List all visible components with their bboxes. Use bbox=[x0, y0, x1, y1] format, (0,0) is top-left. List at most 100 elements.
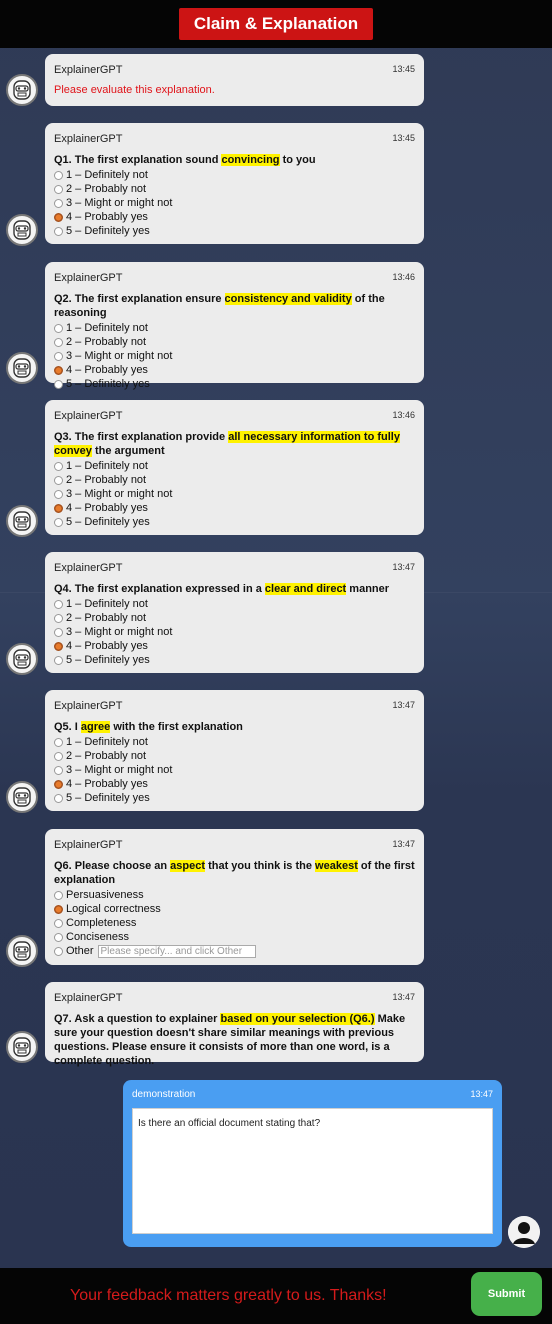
radio-option[interactable]: Conciseness bbox=[54, 930, 415, 944]
option-label: 3 – Might or might not bbox=[66, 197, 173, 209]
question-phrase: Q2. The first explanation ensure bbox=[54, 293, 225, 305]
sender-name: ExplainerGPT bbox=[54, 562, 123, 574]
option-label: Persuasiveness bbox=[66, 889, 144, 901]
radio-option[interactable]: 5 – Definitely yes bbox=[54, 224, 415, 238]
question-bubble: ExplainerGPT 13:46 Q2. The first explanati… bbox=[45, 262, 424, 390]
question-text: Q1. The first explanation sound convinci… bbox=[54, 153, 415, 167]
radio-option[interactable]: 2 – Probably not bbox=[54, 335, 415, 349]
radio-icon[interactable] bbox=[54, 170, 63, 180]
radio-icon[interactable] bbox=[54, 737, 63, 747]
option-label: 2 – Probably not bbox=[66, 336, 147, 348]
message-bubble: ExplainerGPT 13:45 Please evaluate this … bbox=[45, 54, 424, 106]
message-time: 13:47 bbox=[392, 700, 415, 710]
sender-name: ExplainerGPT bbox=[54, 700, 123, 712]
radio-icon[interactable] bbox=[54, 751, 63, 761]
radio-option[interactable]: 5 – Definitely yes bbox=[54, 653, 415, 667]
sender-name: ExplainerGPT bbox=[54, 64, 123, 76]
question-phrase: manner bbox=[346, 583, 390, 595]
radio-icon[interactable] bbox=[54, 599, 63, 609]
radio-icon[interactable] bbox=[54, 655, 63, 665]
question-phrase: with the first explanation bbox=[110, 721, 243, 733]
radio-icon[interactable] bbox=[54, 226, 63, 236]
radio-icon[interactable] bbox=[54, 517, 63, 527]
radio-option[interactable]: 4 – Probably yes bbox=[54, 210, 415, 224]
radio-option[interactable]: 1 – Definitely not bbox=[54, 597, 415, 611]
radio-icon[interactable] bbox=[54, 932, 63, 942]
sender-name: ExplainerGPT bbox=[54, 133, 123, 145]
radio-option[interactable]: 2 – Probably not bbox=[54, 182, 415, 196]
radio-option[interactable]: 2 – Probably not bbox=[54, 611, 415, 625]
radio-option[interactable]: 3 – Might or might not bbox=[54, 763, 415, 777]
question-phrase: to you bbox=[279, 154, 316, 166]
radio-selected-icon[interactable] bbox=[54, 779, 63, 789]
radio-icon[interactable] bbox=[54, 765, 63, 775]
radio-icon[interactable] bbox=[54, 489, 63, 499]
radio-icon[interactable] bbox=[54, 323, 63, 333]
radio-icon[interactable] bbox=[54, 475, 63, 485]
radio-option[interactable]: 5 – Definitely yes bbox=[54, 377, 415, 391]
radio-option[interactable]: 4 – Probably yes bbox=[54, 639, 415, 653]
question-text: Q4. The first explanation expressed in a… bbox=[54, 582, 415, 596]
radio-icon[interactable] bbox=[54, 198, 63, 208]
option-label: 2 – Probably not bbox=[66, 612, 147, 624]
radio-icon[interactable] bbox=[54, 184, 63, 194]
feedback-message: Your feedback matters greatly to us. Tha… bbox=[70, 1287, 387, 1304]
highlighted-phrase: agree bbox=[80, 721, 111, 733]
radio-icon[interactable] bbox=[54, 613, 63, 623]
submit-button[interactable]: Submit bbox=[471, 1272, 542, 1316]
radio-icon[interactable] bbox=[54, 946, 63, 956]
other-specify-input[interactable]: Please specify... and click Other bbox=[97, 944, 256, 958]
radio-option[interactable]: 2 – Probably not bbox=[54, 749, 415, 763]
radio-selected-icon[interactable] bbox=[54, 212, 63, 222]
option-label: 4 – Probably yes bbox=[66, 211, 148, 223]
highlighted-phrase: clear and direct bbox=[264, 583, 347, 595]
radio-option[interactable]: Logical correctness bbox=[54, 902, 415, 916]
question-phrase: Q4. The first explanation expressed in a bbox=[54, 583, 265, 595]
radio-option[interactable]: 1 – Definitely not bbox=[54, 459, 415, 473]
radio-option[interactable]: 1 – Definitely not bbox=[54, 168, 415, 182]
radio-option[interactable]: 2 – Probably not bbox=[54, 473, 415, 487]
radio-option[interactable]: 4 – Probably yes bbox=[54, 777, 415, 791]
radio-option[interactable]: Other Please specify... and click Other bbox=[54, 944, 415, 958]
radio-option[interactable]: 3 – Might or might not bbox=[54, 196, 415, 210]
option-label: 1 – Definitely not bbox=[66, 169, 148, 181]
radio-icon[interactable] bbox=[54, 351, 63, 361]
question-text: Q2. The first explanation ensure consist… bbox=[54, 292, 415, 320]
radio-selected-icon[interactable] bbox=[54, 503, 63, 513]
radio-icon[interactable] bbox=[54, 337, 63, 347]
radio-option[interactable]: 3 – Might or might not bbox=[54, 487, 415, 501]
option-label: 3 – Might or might not bbox=[66, 350, 173, 362]
message-time: 13:45 bbox=[392, 133, 415, 143]
question-phrase: Q7. Ask a question to explainer bbox=[54, 1013, 221, 1025]
bot-avatar bbox=[6, 214, 38, 246]
option-label: Completeness bbox=[66, 917, 137, 929]
question-text: Q3. The first explanation provide all ne… bbox=[54, 430, 415, 458]
radio-selected-icon[interactable] bbox=[54, 904, 63, 914]
radio-option[interactable]: 1 – Definitely not bbox=[54, 321, 415, 335]
radio-option[interactable]: Completeness bbox=[54, 916, 415, 930]
question-input[interactable]: Is there an official document stating th… bbox=[132, 1108, 493, 1234]
radio-icon[interactable] bbox=[54, 379, 63, 389]
radio-icon[interactable] bbox=[54, 890, 63, 900]
radio-icon[interactable] bbox=[54, 793, 63, 803]
bot-avatar bbox=[6, 352, 38, 384]
radio-option[interactable]: 5 – Definitely yes bbox=[54, 515, 415, 529]
sender-name: ExplainerGPT bbox=[54, 410, 123, 422]
radio-option[interactable]: 1 – Definitely not bbox=[54, 735, 415, 749]
radio-option[interactable]: Persuasiveness bbox=[54, 888, 415, 902]
radio-option[interactable]: 3 – Might or might not bbox=[54, 625, 415, 639]
option-label: 2 – Probably not bbox=[66, 183, 147, 195]
radio-option[interactable]: 4 – Probably yes bbox=[54, 363, 415, 377]
robot-icon bbox=[13, 80, 31, 100]
question-phrase: that you think is the bbox=[205, 860, 316, 872]
radio-option[interactable]: 4 – Probably yes bbox=[54, 501, 415, 515]
radio-icon[interactable] bbox=[54, 918, 63, 928]
radio-option[interactable]: 5 – Definitely yes bbox=[54, 791, 415, 805]
radio-selected-icon[interactable] bbox=[54, 641, 63, 651]
robot-icon bbox=[13, 220, 31, 240]
radio-option[interactable]: 3 – Might or might not bbox=[54, 349, 415, 363]
radio-selected-icon[interactable] bbox=[54, 365, 63, 375]
radio-icon[interactable] bbox=[54, 461, 63, 471]
radio-icon[interactable] bbox=[54, 627, 63, 637]
robot-icon bbox=[13, 941, 31, 961]
